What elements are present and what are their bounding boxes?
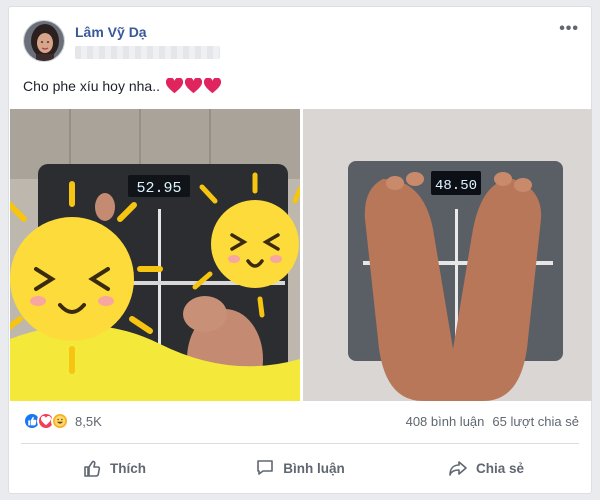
scale-reading-left: 52.95 (136, 180, 181, 197)
comment-button[interactable]: Bình luận (207, 447, 393, 489)
photo-left[interactable]: 52.95 (10, 109, 300, 401)
share-label: Chia sẻ (475, 460, 525, 476)
reactions-summary[interactable]: 8,5K (23, 412, 102, 430)
post-caption: Cho phe xíu hoy nha.. (23, 78, 160, 94)
share-button[interactable]: Chia sẻ (393, 447, 579, 489)
haha-icon (51, 412, 69, 430)
post-card: Lâm Vỹ Dạ ••• Cho phe xíu hoy nha.. 52.9… (8, 6, 592, 494)
post-text: Cho phe xíu hoy nha.. (23, 78, 221, 94)
like-label: Thích (110, 460, 146, 476)
comment-label: Bình luận (283, 460, 345, 476)
comment-count[interactable]: 408 bình luận (406, 414, 485, 429)
divider (21, 443, 579, 444)
author-avatar[interactable] (23, 20, 65, 62)
like-button[interactable]: Thích (21, 447, 207, 489)
action-bar: Thích Bình luận Chia sẻ (21, 447, 579, 489)
thumbs-up-icon (84, 460, 101, 477)
blurred-timestamp (75, 46, 220, 59)
author-name[interactable]: Lâm Vỹ Dạ (75, 24, 147, 40)
hearts-group (166, 78, 221, 94)
red-heart-icon (204, 78, 221, 94)
ellipsis-icon[interactable]: ••• (559, 20, 579, 38)
engagement-stats: 408 bình luận 65 lượt chia sẻ (406, 414, 579, 429)
scale-reading-right: 48.50 (435, 178, 477, 194)
red-heart-icon (185, 78, 202, 94)
comment-icon (257, 460, 274, 475)
share-count[interactable]: 65 lượt chia sẻ (492, 414, 579, 429)
red-heart-icon (166, 78, 183, 94)
photo-right[interactable]: 48.50 (303, 109, 592, 401)
share-icon (449, 461, 467, 476)
reaction-count: 8,5K (75, 413, 102, 429)
